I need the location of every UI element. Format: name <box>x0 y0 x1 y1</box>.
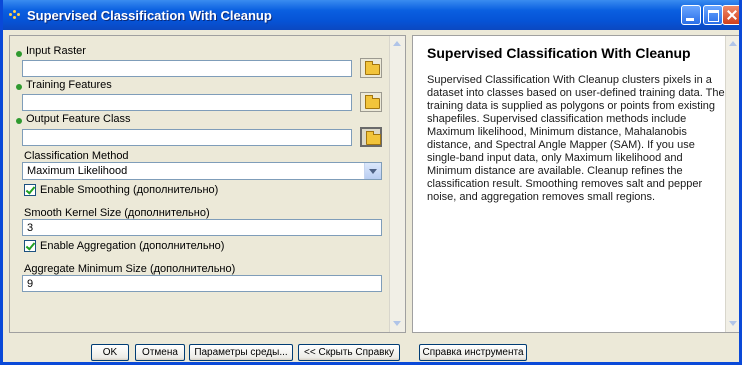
enable-aggregation-label: Enable Aggregation (дополнительно) <box>40 240 225 252</box>
input-raster-field[interactable] <box>22 60 352 77</box>
folder-icon <box>365 61 380 75</box>
help-body: Supervised Classification With Cleanup c… <box>427 74 725 203</box>
output-feature-class-label: Output Feature Class <box>26 113 131 125</box>
folder-icon <box>365 95 380 109</box>
aggregate-minimum-size-field[interactable]: 9 <box>22 275 382 292</box>
window-title: Supervised Classification With Cleanup <box>27 8 272 23</box>
scroll-up-icon[interactable] <box>729 41 737 46</box>
training-features-browse-button[interactable] <box>360 92 382 112</box>
cancel-button[interactable]: Отмена <box>135 344 185 361</box>
help-panel: Supervised Classification With Cleanup S… <box>412 35 739 333</box>
hide-help-button[interactable]: << Скрыть Справку <box>298 344 400 361</box>
output-feature-class-browse-button[interactable] <box>360 127 382 147</box>
required-dot-icon <box>16 51 22 57</box>
ok-button[interactable]: OK <box>91 344 129 361</box>
smooth-kernel-size-label: Smooth Kernel Size (дополнительно) <box>24 207 210 219</box>
app-icon <box>9 9 23 21</box>
input-raster-label: Input Raster <box>26 45 86 57</box>
aggregate-minimum-size-label: Aggregate Minimum Size (дополнительно) <box>24 263 236 275</box>
output-feature-class-field[interactable] <box>22 129 352 146</box>
classification-method-select[interactable]: Maximum Likelihood <box>22 162 382 180</box>
smooth-kernel-size-field[interactable]: 3 <box>22 219 382 236</box>
close-icon[interactable] <box>722 5 739 25</box>
enable-smoothing-label: Enable Smoothing (дополнительно) <box>40 184 219 196</box>
minimize-icon[interactable] <box>681 5 701 25</box>
parameters-scrollbar[interactable] <box>389 36 405 332</box>
input-raster-browse-button[interactable] <box>360 58 382 78</box>
classification-method-value: Maximum Likelihood <box>27 165 128 177</box>
scroll-up-icon[interactable] <box>393 41 401 46</box>
training-features-field[interactable] <box>22 94 352 111</box>
training-features-label: Training Features <box>26 79 112 91</box>
classification-method-label: Classification Method <box>24 150 129 162</box>
tool-dialog-window: Supervised Classification With Cleanup I… <box>0 0 742 365</box>
required-dot-icon <box>16 84 22 90</box>
enable-smoothing-checkbox[interactable] <box>24 184 36 196</box>
help-scrollbar[interactable] <box>725 36 739 332</box>
enable-aggregation-checkbox[interactable] <box>24 240 36 252</box>
scroll-down-icon[interactable] <box>729 321 737 326</box>
dialog-button-bar: OK Отмена Параметры среды... << Скрыть С… <box>3 336 739 362</box>
chevron-down-icon[interactable] <box>364 163 381 179</box>
maximize-icon[interactable] <box>703 5 723 25</box>
scroll-down-icon[interactable] <box>393 321 401 326</box>
environments-button[interactable]: Параметры среды... <box>189 344 293 361</box>
parameters-panel: Input Raster Training Features Output Fe… <box>9 35 406 333</box>
folder-icon <box>366 131 381 145</box>
help-title: Supervised Classification With Cleanup <box>427 45 691 61</box>
title-bar[interactable]: Supervised Classification With Cleanup <box>3 0 739 30</box>
required-dot-icon <box>16 118 22 124</box>
tool-help-button[interactable]: Справка инструмента <box>419 344 527 361</box>
